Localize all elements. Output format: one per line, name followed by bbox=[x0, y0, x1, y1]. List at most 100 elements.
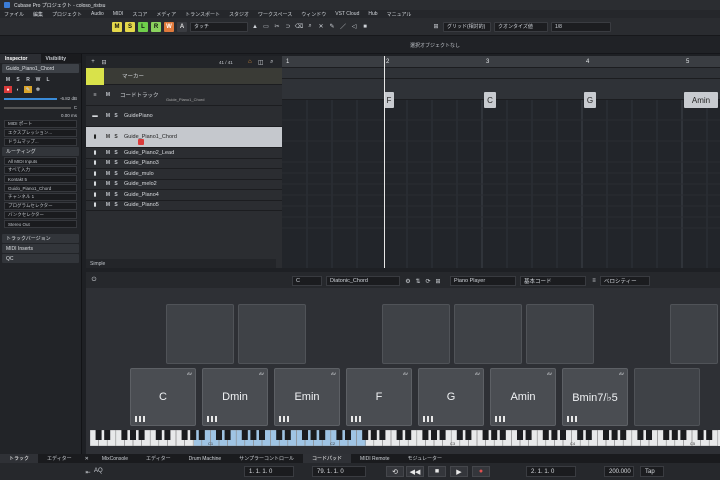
track-mute-button[interactable]: M bbox=[104, 170, 112, 177]
menu-workspace[interactable]: ワークスペース bbox=[258, 11, 292, 18]
chord-event[interactable]: C bbox=[484, 92, 496, 108]
tab-drum-machine[interactable]: Drum Machine bbox=[180, 456, 231, 462]
menu-score[interactable]: スコア bbox=[132, 11, 147, 18]
time-ruler[interactable]: 1 2 3 4 5 bbox=[282, 56, 720, 68]
monitor-button[interactable]: ◐ bbox=[14, 86, 22, 93]
project-arrange-area[interactable]: 1 2 3 4 5 F C G Amin bbox=[282, 56, 720, 268]
black-key[interactable] bbox=[577, 430, 584, 440]
draw-tool-icon[interactable]: ✎ bbox=[328, 23, 336, 31]
midi-port-field[interactable]: MIDI ポート bbox=[4, 120, 77, 128]
chord-pad-empty[interactable] bbox=[166, 304, 234, 364]
black-key[interactable] bbox=[559, 430, 567, 440]
black-key[interactable] bbox=[370, 430, 377, 440]
solo-mode-button[interactable]: S bbox=[125, 21, 135, 32]
play-button[interactable]: ▶ bbox=[450, 466, 468, 477]
chord-event[interactable]: F bbox=[384, 92, 394, 108]
chord-pad-empty[interactable] bbox=[382, 304, 450, 364]
lane-button[interactable]: L bbox=[44, 76, 52, 83]
black-key[interactable] bbox=[344, 430, 352, 440]
black-key[interactable] bbox=[362, 430, 369, 440]
tempo-display[interactable]: 200.000 bbox=[604, 466, 634, 477]
track-row[interactable]: ▮ M S Guide_Piano3 bbox=[86, 159, 282, 169]
punch-in-icon[interactable]: ⇤ bbox=[84, 468, 92, 476]
black-key[interactable] bbox=[250, 430, 257, 440]
menu-transport[interactable]: トランスポート bbox=[185, 11, 220, 18]
black-key[interactable] bbox=[224, 430, 231, 440]
black-key[interactable] bbox=[706, 430, 713, 440]
black-key[interactable] bbox=[585, 430, 592, 440]
grid-type-select[interactable]: グリッド(相対的) bbox=[443, 21, 491, 32]
track-row[interactable]: ▮ M S Guide_Piano5 bbox=[86, 201, 282, 211]
black-key[interactable] bbox=[198, 430, 205, 440]
automation-mode-select[interactable]: タッチ bbox=[190, 21, 248, 32]
erase-tool-icon[interactable]: ⌫ bbox=[295, 23, 303, 31]
black-key[interactable] bbox=[542, 430, 549, 440]
black-key[interactable] bbox=[551, 430, 558, 440]
menu-midi[interactable]: MIDI bbox=[113, 11, 124, 17]
edit-button[interactable]: ✎ bbox=[24, 86, 32, 93]
black-key[interactable] bbox=[396, 430, 403, 440]
pan-slider[interactable] bbox=[4, 106, 71, 109]
chord-pad-f[interactable]: AV F bbox=[346, 368, 412, 426]
black-key[interactable] bbox=[336, 430, 343, 440]
black-key[interactable] bbox=[164, 430, 171, 440]
power-icon[interactable]: ⏻ bbox=[90, 276, 98, 284]
midi-input-field[interactable]: All MIDI Inputs bbox=[4, 157, 77, 165]
menu-hub[interactable]: Hub bbox=[368, 11, 377, 17]
black-key[interactable] bbox=[602, 430, 610, 440]
freeze-button[interactable]: ❄ bbox=[34, 86, 42, 93]
marker-track[interactable]: マーカー bbox=[86, 67, 282, 85]
chord-pad-empty[interactable] bbox=[634, 368, 700, 426]
chord-pad-empty[interactable] bbox=[670, 304, 718, 364]
rewind-button[interactable]: ◀◀ bbox=[406, 466, 424, 477]
pan-value[interactable]: C bbox=[74, 105, 77, 110]
play-tool-icon[interactable]: ◁ bbox=[350, 23, 358, 31]
auto-quantize-label[interactable]: AQ bbox=[94, 468, 103, 474]
track-solo-button[interactable]: S bbox=[112, 134, 120, 141]
black-key[interactable] bbox=[499, 430, 506, 440]
record-button[interactable]: ● bbox=[472, 466, 490, 477]
solo-button[interactable]: S bbox=[14, 76, 22, 83]
black-key[interactable] bbox=[456, 430, 463, 440]
settings-icon[interactable]: ⚙ bbox=[404, 277, 412, 285]
black-key[interactable] bbox=[181, 430, 188, 440]
black-key[interactable] bbox=[301, 430, 309, 440]
menu-window[interactable]: ウィンドウ bbox=[301, 11, 326, 18]
section-routing[interactable]: ルーティング bbox=[2, 147, 79, 156]
track-solo-button[interactable]: S bbox=[112, 170, 120, 177]
chord-pad-empty[interactable] bbox=[526, 304, 594, 364]
black-key[interactable] bbox=[645, 430, 653, 440]
chord-pad-dmin[interactable]: AV Dmin bbox=[202, 368, 268, 426]
volume-value[interactable]: -6.82 dB bbox=[60, 96, 77, 101]
track-solo-button[interactable]: S bbox=[112, 181, 120, 188]
menu-audio[interactable]: Audio bbox=[91, 11, 104, 17]
midi-output-short[interactable]: すべて入力 bbox=[4, 166, 77, 174]
instrument-field[interactable]: Kontakt 5 bbox=[4, 175, 77, 183]
black-key[interactable] bbox=[104, 430, 111, 440]
delay-value[interactable]: 0.00 ms bbox=[61, 113, 77, 118]
track-row[interactable]: ▮ M S Guide_Piano2_Lead bbox=[86, 148, 282, 159]
chord-pad-amin[interactable]: AV Amin bbox=[490, 368, 556, 426]
visibility-icon[interactable]: ◫ bbox=[257, 58, 265, 66]
track-mute-button[interactable]: M bbox=[104, 181, 112, 188]
black-key[interactable] bbox=[155, 430, 162, 440]
record-enable-button[interactable]: ● bbox=[4, 86, 12, 93]
folder-solo-button[interactable]: S bbox=[112, 113, 120, 120]
mute-mode-button[interactable]: M bbox=[112, 21, 122, 32]
player-select[interactable]: Piano Player bbox=[450, 276, 516, 286]
automation-button[interactable]: A bbox=[177, 21, 187, 32]
black-key[interactable] bbox=[516, 430, 524, 440]
black-key[interactable] bbox=[430, 430, 438, 440]
section-qc[interactable]: QC bbox=[2, 254, 79, 263]
track-row-selected[interactable]: ▮ M S Guide_Piano1_Chord bbox=[86, 127, 282, 148]
left-locator-display[interactable]: 1. 1. 1. 0 bbox=[244, 466, 294, 477]
tab-editor-left[interactable]: エディター bbox=[38, 455, 81, 462]
quantize-value-select[interactable]: 1/8 bbox=[551, 21, 611, 32]
black-key[interactable] bbox=[190, 430, 197, 440]
track-mute-button[interactable]: M bbox=[104, 191, 112, 198]
pointer-tool-icon[interactable]: ▲ bbox=[251, 23, 259, 31]
black-key[interactable] bbox=[422, 430, 429, 440]
folder-track[interactable]: ▬ M S GuidePiano bbox=[86, 106, 282, 127]
split-tool-icon[interactable]: ✂ bbox=[273, 23, 281, 31]
black-key[interactable] bbox=[138, 430, 145, 440]
